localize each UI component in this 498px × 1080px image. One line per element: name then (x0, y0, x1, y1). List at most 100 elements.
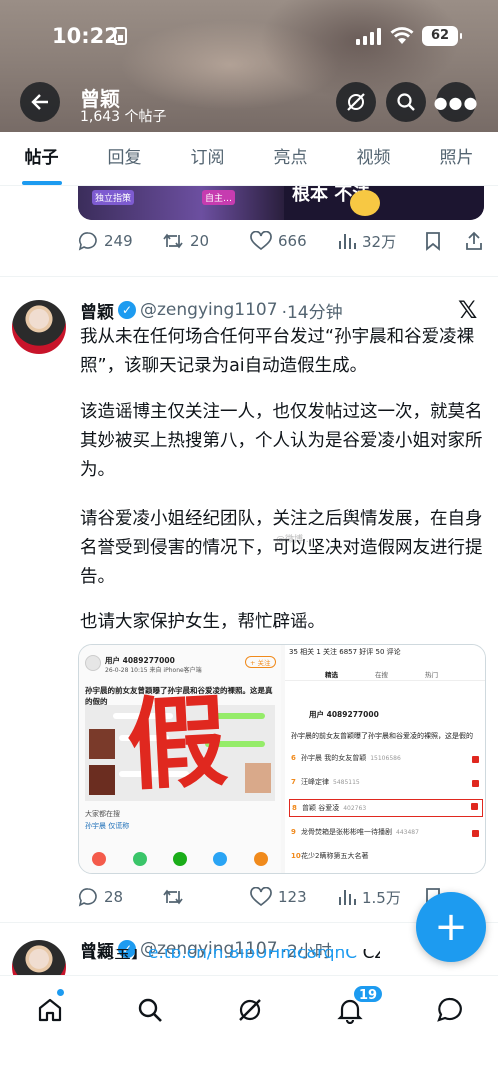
more-button[interactable]: ●●● (433, 82, 479, 122)
tweet-divider (0, 276, 498, 277)
heart-icon (250, 887, 272, 907)
hot-tab: 热门 (425, 671, 438, 679)
like-button[interactable]: 666 (250, 231, 307, 251)
author-name[interactable]: 曾颖 (80, 298, 114, 323)
hot-stats: 35 相关 1 关注 6857 好评 50 评论 (289, 648, 401, 656)
search-button[interactable] (386, 82, 426, 122)
nav-home[interactable] (30, 990, 70, 1030)
like-button[interactable]: 123 (250, 887, 307, 907)
author-handle[interactable]: @zengying1107 (140, 300, 278, 320)
grok-icon (347, 93, 365, 111)
repost-icon (163, 889, 183, 905)
tweet-text: CZ007 「 (362, 949, 380, 961)
tweet-link[interactable]: e.tb.cn/h.8lbUHmc8rqnC (148, 949, 357, 961)
bottom-navigation: 19 (0, 975, 498, 1080)
media-tag: 独立指策 (92, 190, 135, 205)
like-count: 666 (278, 232, 307, 250)
share-app-icon (213, 852, 228, 866)
tweet-text: 【淘宝】 (80, 949, 148, 961)
hot-rank-row: 7 汪峰定律 5485115 (291, 777, 483, 791)
tab-replies[interactable]: 回复 (83, 132, 166, 185)
hot-user: 用户 4089277000 (309, 710, 379, 719)
like-count: 123 (278, 888, 307, 906)
reply-button[interactable]: 28 (78, 887, 123, 907)
views-icon (339, 890, 356, 905)
share-icon (466, 231, 482, 250)
nav-grok[interactable] (230, 990, 270, 1030)
media-shape (350, 190, 380, 216)
screenshot-hot-search: 35 相关 1 关注 6857 好评 50 评论 精选 在搜 热门 用户 408… (285, 645, 485, 873)
share-button[interactable] (464, 231, 484, 251)
new-posts-dot (56, 988, 65, 997)
battery-indicator: 62 (422, 26, 462, 46)
notification-badge: 19 (352, 984, 385, 1004)
tweet-paragraph: 我从未在任何场合任何平台发过“孙宇晨和谷爱凌裸照”，该聊天记录为ai自动造假生成… (80, 327, 475, 376)
tab-posts[interactable]: 帖子 (0, 132, 83, 185)
reply-count: 249 (104, 232, 133, 250)
views-button[interactable]: 32万 (338, 231, 396, 252)
heart-icon (250, 231, 272, 251)
signal-icon (356, 28, 382, 45)
back-button[interactable] (20, 82, 60, 122)
views-button[interactable]: 1.5万 (338, 887, 401, 908)
tweet-text-clipped: 【淘宝】e.tb.cn/h.8lbUHmc8rqnC CZ007 「 (80, 949, 380, 961)
reply-count: 28 (104, 888, 124, 906)
screenshot-fake-post: 用户 4089277000 26-0-28 10:15 来自 iPhone客户端… (79, 645, 281, 873)
tweet-paragraph: 该造谣博主仅关注一人，也仅发帖过这一次，就莫名其妙被买上热搜第八，个人认为是谷爱… (80, 402, 483, 480)
view-count: 1.5万 (362, 888, 401, 907)
tweet-time: ·14分钟 (281, 302, 343, 323)
tweet-media-image[interactable]: 用户 4089277000 26-0-28 10:15 来自 iPhone客户端… (78, 644, 486, 874)
repost-button[interactable] (162, 887, 190, 907)
share-app-icon (253, 852, 268, 866)
status-time: 10:22 (52, 24, 119, 48)
repost-icon (163, 233, 183, 249)
reply-button[interactable]: 249 (78, 231, 133, 251)
hot-rank-row: 10花少2瞒称第五大名著 (291, 852, 369, 860)
prev-tweet-actions: 249 20 666 32万 (78, 226, 488, 256)
hot-rank-row: 6 孙宇晨 我的女友曾颖 15106586 (291, 753, 483, 767)
bookmark-button[interactable] (424, 231, 442, 251)
views-icon (339, 234, 356, 249)
repost-button[interactable]: 20 (162, 231, 209, 251)
nav-search[interactable] (130, 990, 170, 1030)
profile-tabs: 帖子 回复 订阅 亮点 视频 照片 (0, 132, 498, 186)
bookmark-icon (426, 232, 440, 251)
reply-icon (78, 232, 97, 251)
wifi-icon (390, 26, 414, 50)
hot-tab: 在搜 (375, 671, 388, 679)
hot-tab: 精选 (325, 671, 338, 679)
search-icon (138, 998, 162, 1022)
fake-footer2: 孙宇晨 仅谎称 (85, 822, 130, 830)
share-app-icon (132, 852, 147, 866)
fake-footer: 大家都在搜 (85, 810, 120, 818)
fake-share-row (79, 843, 281, 873)
tab-highlights[interactable]: 亮点 (249, 132, 332, 185)
tweet-paragraph: 请谷爱凌小姐经纪团队，关注之后舆情发展，在自身名誉受到侵害的情况下，可以坚决对造… (80, 509, 483, 587)
hot-post-text: 孙宇晨的前女友曾颖曝了孙宇晨和谷爱凌的裸照，这是假的 (291, 732, 473, 740)
profile-post-count: 1,643 个帖子 (80, 109, 167, 125)
avatar[interactable] (12, 300, 66, 354)
fake-follow-badge: + 关注 (245, 656, 276, 668)
id-card-icon (114, 27, 127, 45)
tab-subscriptions[interactable]: 订阅 (166, 132, 249, 185)
nav-messages[interactable] (430, 990, 470, 1030)
hot-rank-row-highlighted: 8 曾颖 谷爱凌 402763 (289, 799, 483, 817)
tweet-paragraph: 也请大家保护女生，帮忙辟谣。 (80, 612, 325, 632)
hot-tabs: 精选 在搜 热门 (285, 667, 485, 681)
share-app-icon (92, 852, 107, 866)
tab-photos[interactable]: 照片 (415, 132, 498, 185)
compose-button[interactable]: + (416, 892, 486, 962)
view-count: 32万 (362, 232, 397, 251)
grok-icon (239, 999, 261, 1021)
search-icon (397, 93, 415, 111)
plus-icon: + (434, 904, 468, 950)
reply-icon (78, 888, 97, 907)
verified-badge-icon: ✓ (118, 301, 136, 319)
more-dots-icon: ●●● (433, 92, 479, 112)
arrow-left-icon (31, 94, 48, 110)
previous-tweet-media[interactable]: 独立指策 自主… 根本 不洼 (78, 186, 484, 220)
fake-stamp: 假 (123, 681, 231, 805)
grok-button[interactable] (336, 82, 376, 122)
tab-videos[interactable]: 视频 (332, 132, 415, 185)
avatar (85, 655, 101, 671)
